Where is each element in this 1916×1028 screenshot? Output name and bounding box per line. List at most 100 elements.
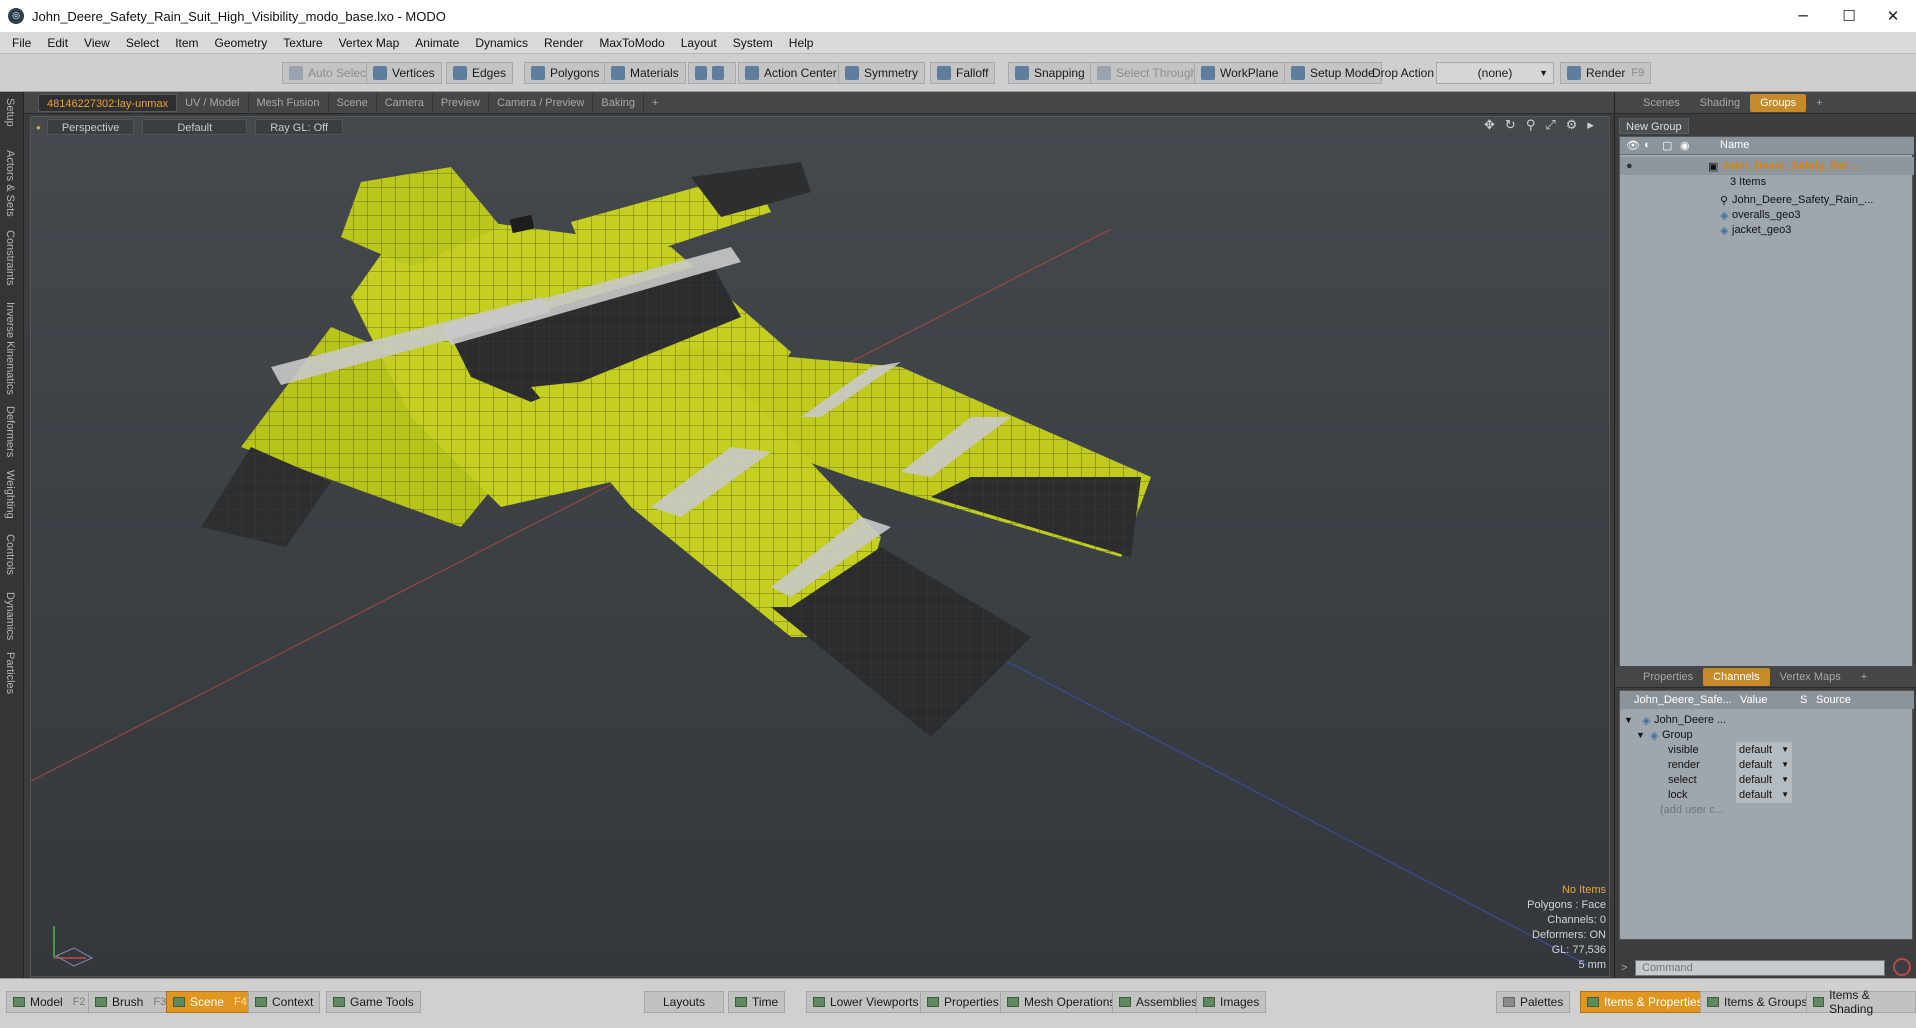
group-count-row: 3 Items: [1620, 173, 1914, 191]
left-tab-particles[interactable]: Particles: [4, 652, 16, 694]
tab-mesh-fusion[interactable]: Mesh Fusion: [249, 93, 329, 112]
action-center-button[interactable]: Action Center: [738, 62, 844, 84]
drop-action-select[interactable]: (none) ▼: [1436, 62, 1554, 84]
mesh-operations-button[interactable]: Mesh Operations: [1000, 991, 1123, 1013]
vertices-button[interactable]: Vertices: [366, 62, 442, 84]
left-tab-controls[interactable]: Controls: [4, 534, 16, 575]
lower-viewports-button[interactable]: Lower Viewports: [806, 991, 926, 1013]
left-tab-deformers[interactable]: Deformers: [4, 406, 16, 457]
left-tab-inverse-kinematics[interactable]: Inverse Kinematics: [4, 302, 16, 395]
materials-button[interactable]: Materials: [604, 62, 686, 84]
add-tab-button[interactable]: +: [644, 94, 666, 112]
palettes-button[interactable]: Palettes: [1496, 991, 1571, 1013]
gear-icon[interactable]: ⚙: [1566, 118, 1578, 136]
tab-camera[interactable]: Camera: [377, 93, 433, 112]
tab-preview[interactable]: Preview: [433, 93, 489, 112]
menu-system[interactable]: System: [725, 36, 781, 50]
channels-list: John_Deere_Safe... Value S Source ▼ ◈ Jo…: [1619, 690, 1914, 940]
layouts-button[interactable]: Layouts: [644, 991, 724, 1013]
select-mode-icons[interactable]: [688, 62, 736, 84]
menu-item[interactable]: Item: [167, 36, 206, 50]
images-button[interactable]: Images: [1196, 991, 1267, 1013]
add-user-channel-row[interactable]: (add user c...: [1620, 801, 1914, 819]
minimize-icon[interactable]: ─: [1780, 0, 1826, 32]
left-tab-constraints[interactable]: Constraints: [4, 230, 16, 286]
items-properties-button[interactable]: Items & Properties: [1580, 991, 1710, 1013]
raygl-dropdown[interactable]: Ray GL: Off: [255, 119, 344, 135]
select-through-button[interactable]: Select Through: [1090, 62, 1205, 84]
view-mode-dropdown[interactable]: Perspective: [46, 119, 135, 135]
scene-layout-button[interactable]: Scene F4: [166, 991, 254, 1013]
tab-baking[interactable]: Baking: [593, 93, 645, 112]
menu-texture[interactable]: Texture: [275, 36, 330, 50]
tab-scenes[interactable]: Scenes: [1633, 94, 1690, 112]
list-item[interactable]: ◈ jacket_geo3: [1620, 221, 1914, 239]
menu-dynamics[interactable]: Dynamics: [467, 36, 536, 50]
brush-layout-button[interactable]: Brush F3: [88, 991, 174, 1013]
viewport-tabs: 48146227302:lay-unmax UV / Model Mesh Fu…: [24, 92, 1614, 114]
items-groups-button[interactable]: Items & Groups: [1700, 991, 1815, 1013]
left-tab-setup[interactable]: Setup: [4, 98, 16, 127]
maximize-icon[interactable]: ☐: [1826, 0, 1872, 32]
menu-select[interactable]: Select: [118, 36, 167, 50]
fit-icon[interactable]: ⤢: [1545, 118, 1555, 136]
tab-vertex-maps[interactable]: Vertex Maps: [1770, 668, 1851, 686]
rotate-icon[interactable]: ↻: [1505, 118, 1516, 136]
menu-help[interactable]: Help: [781, 36, 822, 50]
shading-dropdown[interactable]: Default: [142, 119, 248, 135]
zoom-icon[interactable]: ⚲: [1526, 118, 1536, 136]
tab-shading[interactable]: Shading: [1690, 94, 1750, 112]
menu-maxtomodo[interactable]: MaxToModo: [591, 36, 672, 50]
new-group-button[interactable]: New Group: [1619, 118, 1689, 134]
polygons-button[interactable]: Polygons: [524, 62, 607, 84]
tab-camera-preview[interactable]: Camera / Preview: [489, 93, 594, 112]
command-input[interactable]: [1635, 960, 1885, 976]
tab-lay-unmax[interactable]: 48146227302:lay-unmax: [38, 93, 178, 112]
menu-geometry[interactable]: Geometry: [207, 36, 276, 50]
expand-icon[interactable]: ▼: [1636, 730, 1645, 740]
window-title: John_Deere_Safety_Rain_Suit_High_Visibil…: [32, 8, 446, 24]
context-layout-button[interactable]: Context: [248, 991, 321, 1013]
visibility-eye-icon[interactable]: ●: [1626, 160, 1633, 172]
falloff-button[interactable]: Falloff: [930, 62, 996, 84]
tab-scene[interactable]: Scene: [329, 93, 377, 112]
select-through-icon: [1097, 66, 1111, 80]
setup-mode-button[interactable]: Setup Mode: [1284, 62, 1382, 84]
tab-uv-model[interactable]: UV / Model: [177, 93, 249, 112]
left-tab-dynamics[interactable]: Dynamics: [4, 592, 16, 640]
snapping-button[interactable]: Snapping: [1008, 62, 1092, 84]
workplane-button[interactable]: WorkPlane: [1194, 62, 1286, 84]
menu-vertex-map[interactable]: Vertex Map: [331, 36, 408, 50]
panel-icon: [927, 997, 939, 1007]
model-layout-button[interactable]: Model F2: [6, 991, 93, 1013]
left-tab-weighting[interactable]: Weighting: [4, 470, 16, 519]
items-shading-button[interactable]: Items & Shading: [1806, 988, 1916, 1016]
tab-properties[interactable]: Properties: [1633, 668, 1703, 686]
game-tools-layout-button[interactable]: Game Tools: [326, 991, 421, 1013]
auto-select-button[interactable]: Auto Select: [282, 62, 377, 84]
play-icon[interactable]: ▸: [1587, 118, 1594, 136]
menu-view[interactable]: View: [76, 36, 118, 50]
assemblies-button[interactable]: Assemblies: [1112, 991, 1205, 1013]
render-button[interactable]: Render F9: [1560, 62, 1652, 84]
menu-layout[interactable]: Layout: [673, 36, 725, 50]
edges-button[interactable]: Edges: [446, 62, 514, 84]
tab-groups[interactable]: Groups: [1750, 93, 1807, 112]
record-macro-icon[interactable]: [1893, 958, 1911, 976]
menu-file[interactable]: File: [4, 36, 39, 50]
menu-edit[interactable]: Edit: [39, 36, 76, 50]
menu-animate[interactable]: Animate: [407, 36, 467, 50]
add-right-tab-button[interactable]: +: [1806, 94, 1832, 112]
time-button[interactable]: Time: [728, 991, 786, 1013]
menu-render[interactable]: Render: [536, 36, 591, 50]
symmetry-button[interactable]: Symmetry: [838, 62, 925, 84]
properties-button[interactable]: Properties: [920, 991, 1006, 1013]
expand-icon[interactable]: ▼: [1624, 715, 1633, 725]
left-tab-actors-sets[interactable]: Actors & Sets: [4, 150, 16, 217]
layout-icon: [173, 997, 185, 1007]
add-bottom-tab-button[interactable]: +: [1851, 668, 1877, 686]
close-icon[interactable]: ✕: [1870, 0, 1916, 32]
3d-viewport[interactable]: [30, 116, 1610, 977]
pan-icon[interactable]: ✥: [1484, 118, 1495, 136]
tab-channels[interactable]: Channels: [1703, 667, 1770, 686]
